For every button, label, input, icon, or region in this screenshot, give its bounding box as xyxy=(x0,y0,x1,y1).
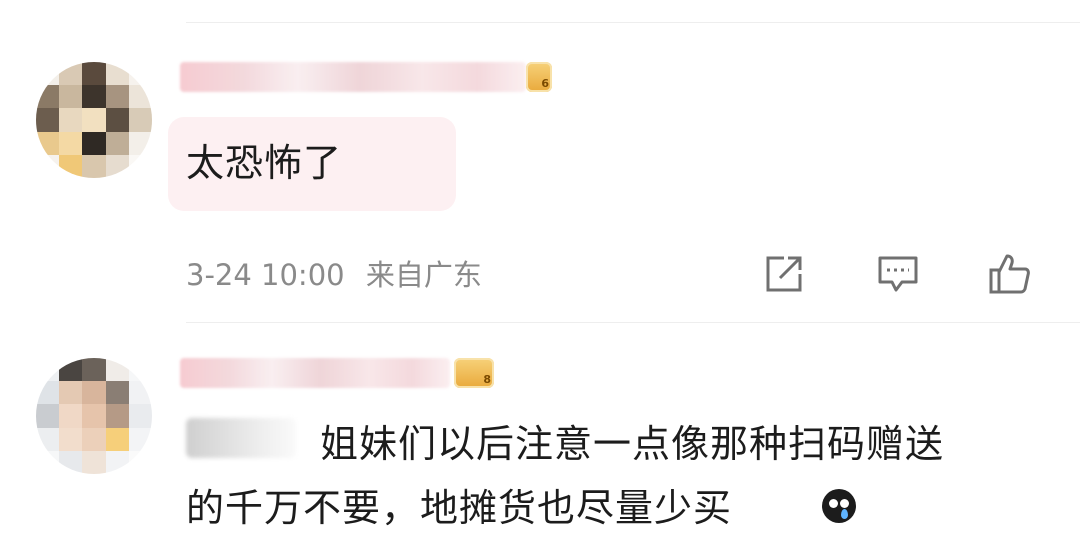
comment-timestamp: 3-24 10:00 xyxy=(186,258,345,292)
username-blurred[interactable] xyxy=(180,358,450,388)
comment-meta: 3-24 10:00 来自广东 xyxy=(186,252,482,294)
comment-text-line-1: 姐妹们以后注意一点像那种扫码赠送 xyxy=(320,422,945,466)
like-button[interactable] xyxy=(988,252,1032,296)
badge-level: 8 xyxy=(483,373,491,386)
comment-icon xyxy=(878,256,918,292)
like-icon xyxy=(989,254,1030,294)
share-button[interactable] xyxy=(762,252,806,296)
level-badge-icon: 6 xyxy=(526,62,552,92)
username-blurred[interactable] xyxy=(180,62,526,92)
share-icon xyxy=(766,256,802,292)
comment-button[interactable] xyxy=(876,252,920,296)
comment-location: 来自广东 xyxy=(365,258,482,292)
comment-text-line-2: 的千万不要，地摊货也尽量少买 xyxy=(186,486,733,530)
avatar[interactable] xyxy=(36,62,152,178)
badge-level: 6 xyxy=(541,77,549,90)
avatar[interactable] xyxy=(36,358,152,474)
mention-blurred[interactable] xyxy=(186,418,296,458)
crying-emoji-icon xyxy=(822,489,856,523)
divider-top xyxy=(186,22,1080,23)
level-badge-icon: 8 xyxy=(454,358,494,388)
comment-text: 太恐怖了 xyxy=(186,141,343,185)
divider-middle xyxy=(186,322,1080,323)
